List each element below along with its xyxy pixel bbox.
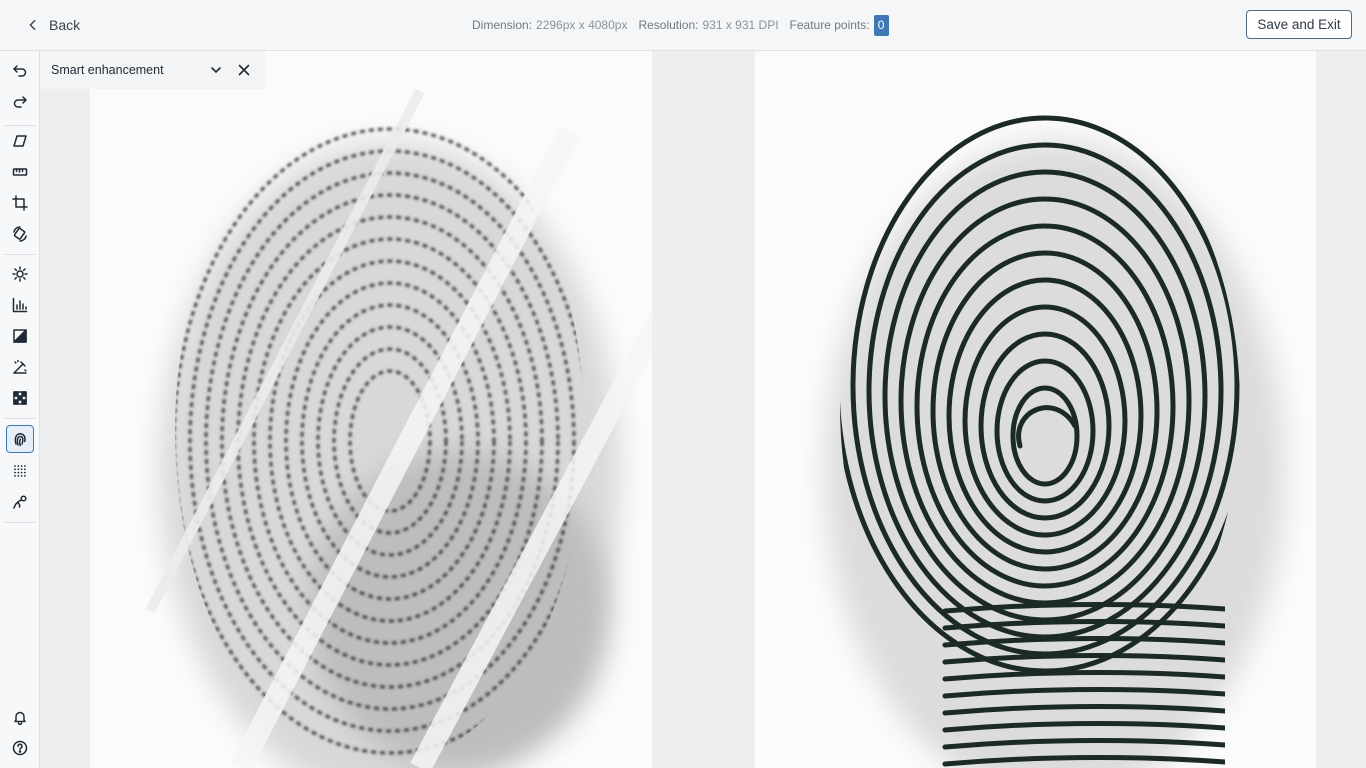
dimension-info: Dimension: 2296px x 4080px xyxy=(472,18,627,32)
ruler-icon xyxy=(12,168,28,176)
contrast-button[interactable] xyxy=(6,322,34,350)
fingerprint-button[interactable] xyxy=(6,425,34,453)
fingerprint-icon xyxy=(14,433,26,447)
top-bar: Back Dimension: 2296px x 4080px Resoluti… xyxy=(0,0,1366,51)
save-and-exit-button[interactable]: Save and Exit xyxy=(1246,10,1352,39)
back-button[interactable]: Back xyxy=(26,12,80,38)
perspective-icon xyxy=(13,135,27,147)
toolbar-divider xyxy=(5,125,35,126)
panel-title: Smart enhancement xyxy=(51,63,164,77)
feature-points-label: Feature points: xyxy=(789,18,870,32)
smart-enhancement-panel: Smart enhancement xyxy=(40,51,265,89)
toolbar-divider xyxy=(5,522,35,523)
crop-button[interactable] xyxy=(6,189,34,217)
contrast-icon xyxy=(13,329,27,343)
enhanced-image-view[interactable] xyxy=(755,51,1316,768)
crop-icon xyxy=(12,195,28,211)
tool-sidebar xyxy=(0,51,40,768)
panel-close-button[interactable] xyxy=(236,62,252,78)
auto-fix-button[interactable] xyxy=(6,353,34,381)
rotate-icon xyxy=(13,226,27,242)
curve-button[interactable] xyxy=(6,488,34,516)
brightness-button[interactable] xyxy=(6,260,34,288)
bell-icon xyxy=(14,711,26,725)
resolution-info: Resolution: 931 x 931 DPI xyxy=(638,18,778,32)
latent-fingerprint-image xyxy=(90,51,652,768)
help-icon xyxy=(12,740,28,756)
dots-grid-icon xyxy=(14,465,26,477)
back-label: Back xyxy=(49,17,81,33)
chevron-left-icon xyxy=(29,19,36,31)
perspective-button[interactable] xyxy=(6,127,34,155)
brightness-icon xyxy=(12,266,28,282)
auto-fix-icon xyxy=(13,359,27,374)
original-image-view[interactable] xyxy=(90,51,652,768)
resolution-value: 931 x 931 DPI xyxy=(702,18,779,32)
resolution-label: Resolution: xyxy=(638,18,699,32)
feature-points-badge: 0 xyxy=(873,14,889,36)
chevron-down-icon xyxy=(211,67,221,74)
rotate-button[interactable] xyxy=(6,220,34,248)
curve-icon xyxy=(13,495,27,509)
pattern-icon xyxy=(13,391,27,405)
undo-icon xyxy=(13,65,27,77)
undo-button[interactable] xyxy=(6,56,34,84)
redo-icon xyxy=(13,96,27,108)
toolbar-divider xyxy=(5,254,35,255)
ruler-button[interactable] xyxy=(6,158,34,186)
dimension-value: 2296px x 4080px xyxy=(536,18,628,32)
histogram-icon xyxy=(12,297,28,313)
toolbar-divider xyxy=(5,418,35,419)
panel-dropdown-toggle[interactable] xyxy=(208,62,224,78)
help-button[interactable] xyxy=(6,734,34,762)
enhanced-fingerprint-image xyxy=(755,51,1316,768)
dots-grid-button[interactable] xyxy=(6,457,34,485)
close-icon xyxy=(238,64,250,76)
dimension-label: Dimension: xyxy=(472,18,533,32)
redo-button[interactable] xyxy=(6,87,34,115)
pattern-button[interactable] xyxy=(6,384,34,412)
feature-points-info: Feature points: 0 xyxy=(789,14,889,36)
histogram-button[interactable] xyxy=(6,291,34,319)
image-info: Dimension: 2296px x 4080px Resolution: 9… xyxy=(472,13,900,37)
notifications-button[interactable] xyxy=(6,703,34,731)
